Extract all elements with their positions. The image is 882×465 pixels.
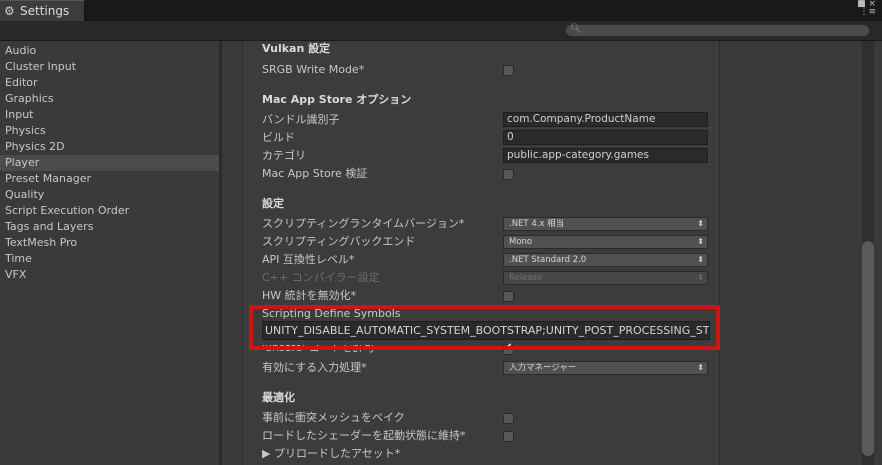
vertical-scrollbar[interactable]	[862, 41, 874, 465]
settings-tab[interactable]: ⚙ Settings	[0, 0, 85, 21]
prebake-collision-meshes-checkbox[interactable]	[503, 413, 514, 424]
cpp-compiler-value: Release	[509, 273, 543, 283]
cpp-compiler-label: C++ コンパイラー設定	[262, 271, 380, 284]
srgb-write-mode-checkbox[interactable]	[503, 65, 514, 76]
sidebar-item-preset-manager[interactable]: Preset Manager	[0, 171, 219, 187]
search-icon: 🔍︎	[570, 24, 582, 34]
sidebar-item-vfx[interactable]: VFX	[0, 267, 219, 283]
srgb-write-mode-label: SRGB Write Mode*	[262, 63, 365, 76]
highlight-box	[249, 305, 720, 350]
sidebar-item-editor[interactable]: Editor	[0, 75, 219, 91]
sidebar-item-textmesh-pro[interactable]: TextMesh Pro	[0, 235, 219, 251]
dropdown-arrow-icon: ⬍	[697, 363, 704, 372]
mac-app-store-validation-label: Mac App Store 検証	[262, 167, 368, 180]
window-controls[interactable]: ■ × ⋮≡	[857, 0, 876, 17]
disable-hw-stats-label: HW 統計を無効化*	[262, 289, 357, 302]
dropdown-arrow-icon: ⬍	[697, 255, 704, 264]
bundle-id-field[interactable]: com.Company.ProductName	[503, 112, 708, 127]
mac-app-store-validation-checkbox[interactable]	[503, 169, 514, 180]
disable-hw-stats-checkbox[interactable]	[503, 291, 514, 302]
settings-sidebar: Audio Cluster Input Editor Graphics Inpu…	[0, 41, 219, 465]
keep-loaded-shaders-label: ロードしたシェーダーを起動状態に維持*	[262, 429, 466, 442]
api-compatibility-dropdown[interactable]: .NET Standard 2.0 ⬍	[503, 253, 708, 267]
tab-title: Settings	[20, 4, 70, 18]
configuration-header: 設定	[262, 197, 284, 210]
vulkan-header: Vulkan 設定	[262, 42, 331, 55]
scrollbar-thumb[interactable]	[862, 241, 874, 456]
cpp-compiler-dropdown: Release ⬍	[503, 271, 708, 285]
category-field[interactable]: public.app-category.games	[503, 148, 708, 163]
dropdown-arrow-icon: ⬍	[697, 219, 704, 228]
api-compatibility-label: API 互換性レベル*	[262, 253, 355, 266]
sidebar-item-graphics[interactable]: Graphics	[0, 91, 219, 107]
scripting-backend-dropdown[interactable]: Mono ⬍	[503, 235, 708, 249]
scripting-backend-label: スクリプティングバックエンド	[262, 235, 416, 248]
category-label: カテゴリ	[262, 149, 306, 162]
sidebar-item-physics[interactable]: Physics	[0, 123, 219, 139]
scripting-runtime-value: .NET 4.x 相当	[509, 219, 565, 229]
active-input-handling-label: 有効にする入力処理*	[262, 361, 367, 374]
dropdown-arrow-icon: ⬍	[697, 237, 704, 246]
mac-app-store-header: Mac App Store オプション	[262, 93, 412, 106]
sidebar-item-input[interactable]: Input	[0, 107, 219, 123]
sidebar-item-physics-2d[interactable]: Physics 2D	[0, 139, 219, 155]
gear-icon: ⚙	[4, 4, 15, 18]
scripting-backend-value: Mono	[509, 237, 533, 247]
preloaded-assets-foldout[interactable]: ▶ プリロードしたアセット*	[262, 446, 400, 462]
active-input-handling-value: 入力マネージャー	[509, 363, 577, 373]
sidebar-item-time[interactable]: Time	[0, 251, 219, 267]
sidebar-item-quality[interactable]: Quality	[0, 187, 219, 203]
optimization-header: 最適化	[262, 391, 295, 404]
build-field[interactable]: 0	[503, 130, 708, 145]
sidebar-item-tags-and-layers[interactable]: Tags and Layers	[0, 219, 219, 235]
search-input[interactable]: 🔍︎	[565, 24, 870, 37]
prebake-collision-meshes-label: 事前に衝突メッシュをベイク	[262, 411, 405, 424]
bundle-id-label: バンドル識別子	[262, 113, 340, 126]
settings-content: Vulkan 設定 SRGB Write Mode* Mac App Store…	[222, 41, 882, 465]
sidebar-item-player[interactable]: Player	[0, 155, 219, 171]
scripting-runtime-label: スクリプティングランタイムバージョン*	[262, 217, 465, 230]
active-input-handling-dropdown[interactable]: 入力マネージャー ⬍	[503, 361, 708, 375]
keep-loaded-shaders-checkbox[interactable]	[503, 431, 514, 442]
sidebar-item-script-execution-order[interactable]: Script Execution Order	[0, 203, 219, 219]
build-label: ビルド	[262, 131, 295, 144]
dropdown-arrow-icon: ⬍	[697, 273, 704, 282]
window-titlebar: ⚙ Settings ■ × ⋮≡	[0, 0, 882, 21]
sidebar-item-audio[interactable]: Audio	[0, 43, 219, 59]
sidebar-item-cluster-input[interactable]: Cluster Input	[0, 59, 219, 75]
api-compatibility-value: .NET Standard 2.0	[509, 255, 587, 265]
player-settings-panel: Vulkan 設定 SRGB Write Mode* Mac App Store…	[242, 41, 720, 465]
toolbar: 🔍︎	[0, 21, 882, 41]
scripting-runtime-dropdown[interactable]: .NET 4.x 相当 ⬍	[503, 217, 708, 231]
